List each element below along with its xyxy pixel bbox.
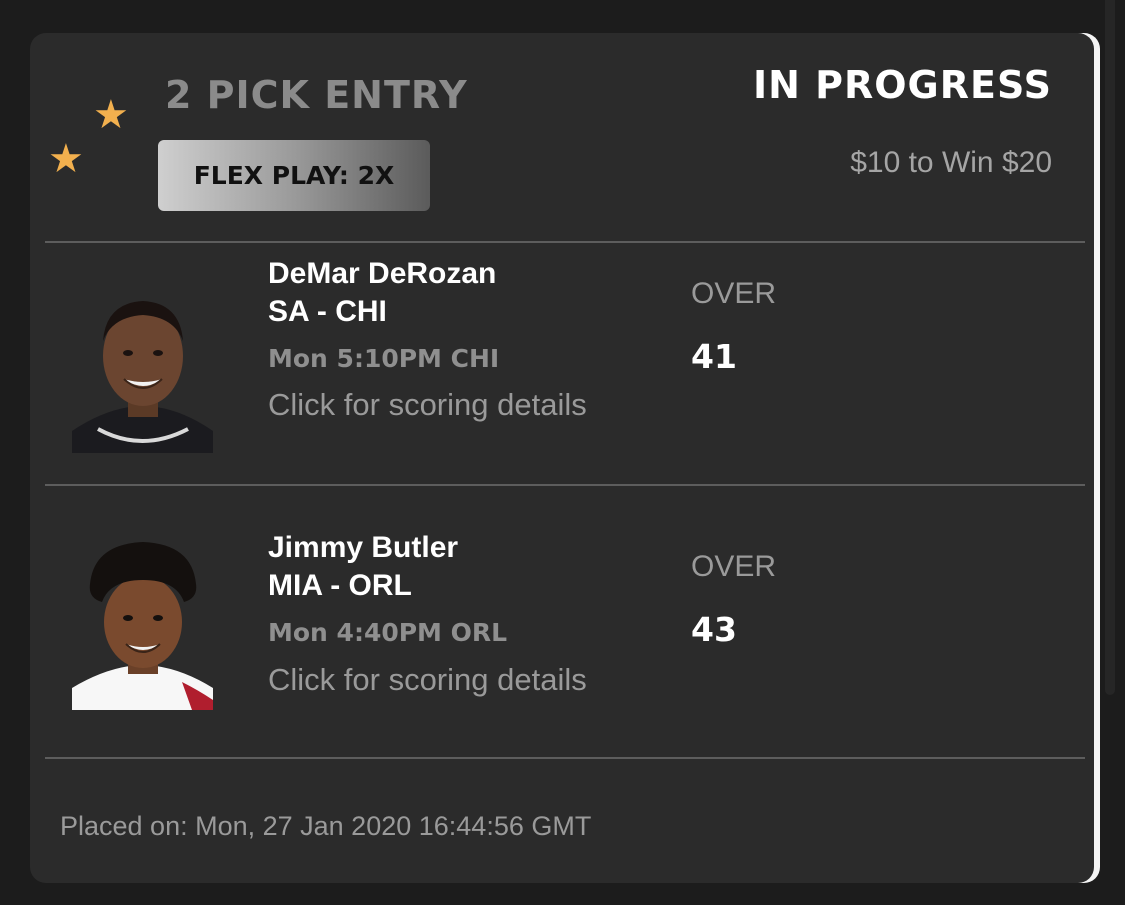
pick-line-value: 41 — [691, 337, 737, 376]
scrollbar-track[interactable] — [1105, 0, 1115, 695]
scoring-details-link[interactable]: Click for scoring details — [268, 662, 587, 698]
stake-payout: $10 to Win $20 — [850, 146, 1052, 179]
matchup: SA - CHI — [268, 295, 387, 328]
pick-row[interactable]: DeMar DeRozan SA - CHI Mon 5:10PM CHI Cl… — [30, 243, 1094, 483]
game-time: Mon 5:10PM CHI — [268, 344, 500, 373]
pick-row[interactable]: Jimmy Butler MIA - ORL Mon 4:40PM ORL Cl… — [30, 486, 1094, 726]
entry-card: ★ ★ 2 PICK ENTRY FLEX PLAY: 2X IN PROGRE… — [30, 33, 1094, 883]
placed-on-timestamp: Placed on: Mon, 27 Jan 2020 16:44:56 GMT — [60, 811, 592, 841]
matchup: MIA - ORL — [268, 569, 412, 602]
scoring-details-link[interactable]: Click for scoring details — [268, 387, 587, 423]
flex-play-badge: FLEX PLAY: 2X — [158, 140, 430, 211]
star-icon: ★ — [48, 137, 84, 181]
star-icon: ★ — [93, 93, 129, 137]
player-name: DeMar DeRozan — [268, 257, 497, 290]
game-time: Mon 4:40PM ORL — [268, 618, 508, 647]
player-headshot — [72, 540, 213, 710]
over-under-label: OVER — [691, 550, 777, 583]
divider — [45, 757, 1085, 759]
entry-title: 2 PICK ENTRY — [165, 73, 468, 117]
pick-line-value: 43 — [691, 610, 737, 649]
entry-status: IN PROGRESS — [752, 63, 1052, 107]
over-under-label: OVER — [691, 277, 777, 310]
player-headshot — [72, 283, 213, 453]
player-name: Jimmy Butler — [268, 531, 459, 564]
